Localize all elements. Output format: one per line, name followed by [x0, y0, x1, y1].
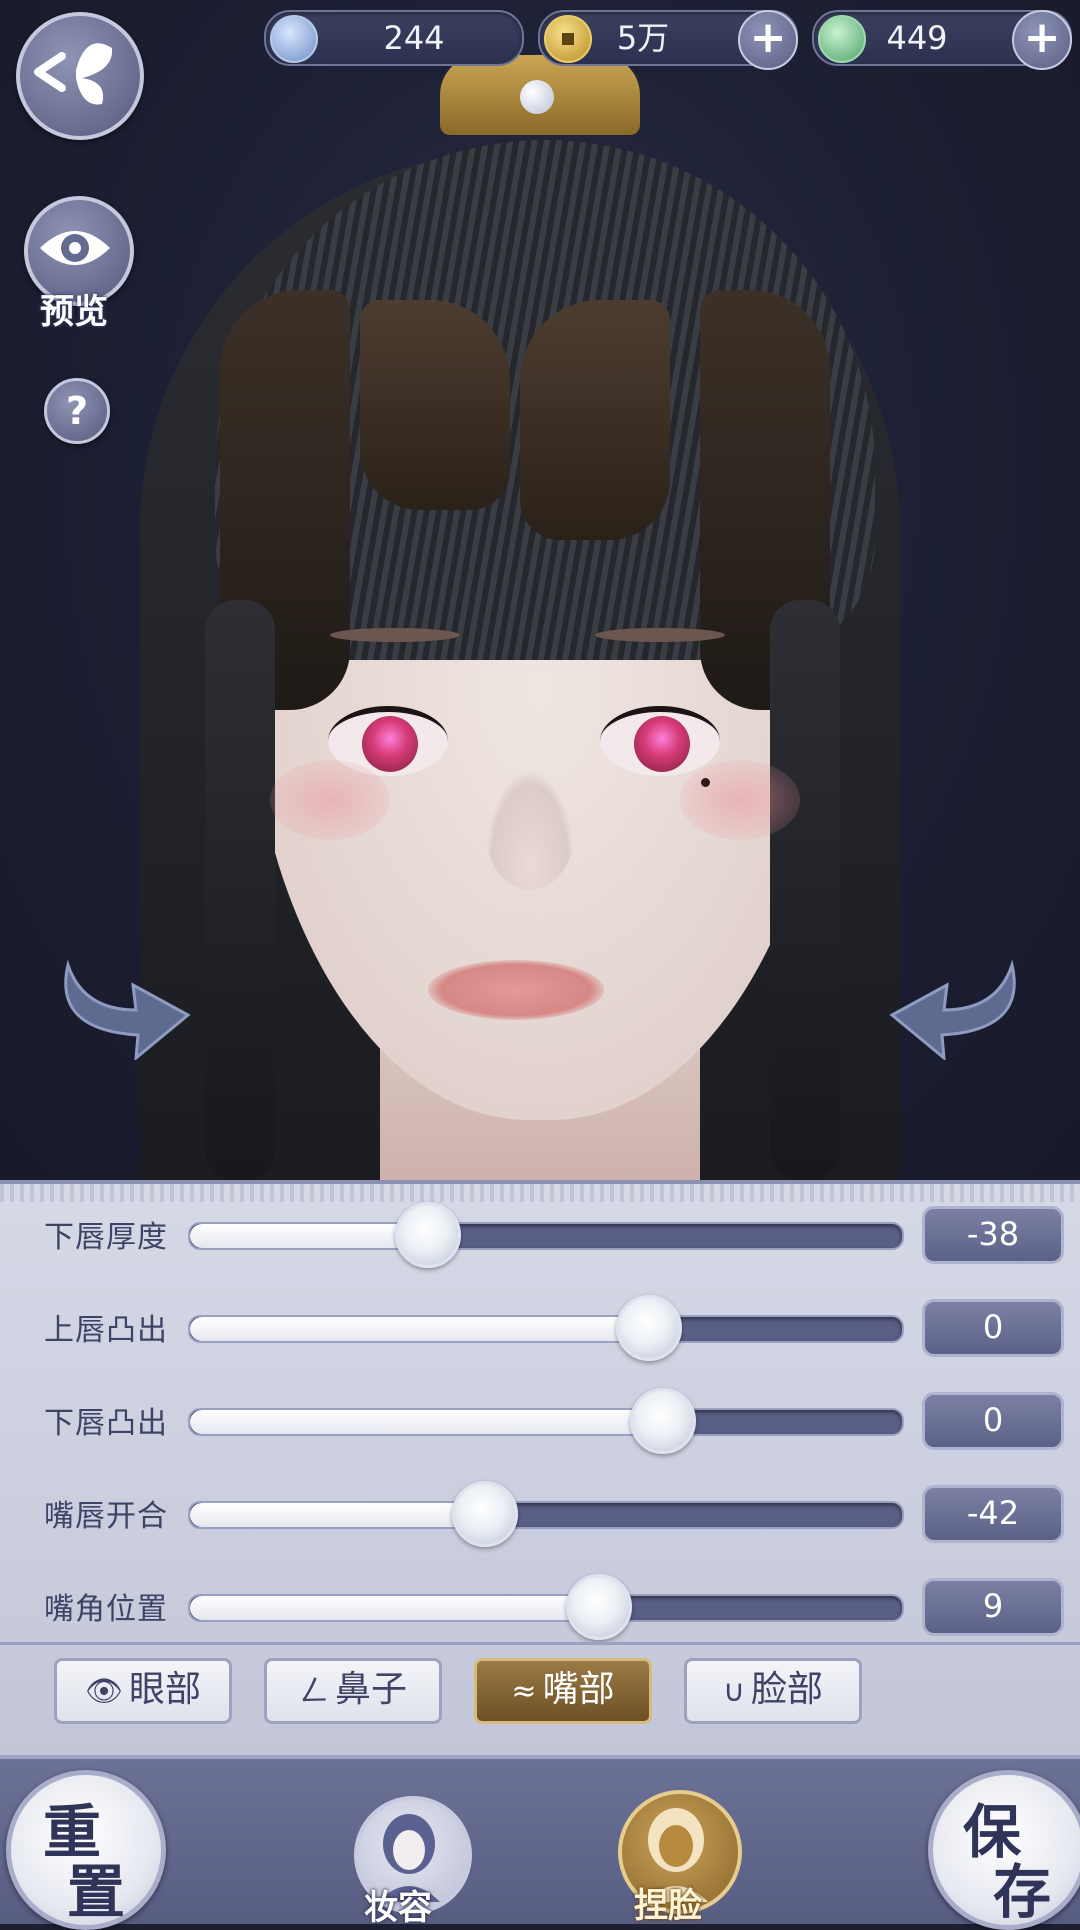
hair-strand-right [770, 600, 840, 1180]
back-button[interactable] [16, 12, 144, 140]
slider-value-field[interactable]: -38 [922, 1206, 1064, 1264]
slider-label: 嘴角位置 [44, 1592, 168, 1627]
slider-track[interactable] [188, 1295, 904, 1361]
slider-handle[interactable] [565, 1574, 632, 1640]
butterfly-back-icon [34, 43, 113, 105]
slider-label: 嘴唇开合 [44, 1499, 168, 1534]
slider-handle[interactable] [451, 1481, 518, 1547]
slider-fill [190, 1317, 646, 1341]
tab-face-label: 脸部 [750, 1669, 823, 1710]
currency-spirit-value: 449 [886, 19, 948, 57]
tab-eyes[interactable]: 👁 眼部 [54, 1658, 232, 1724]
tab-nose-label: 鼻子 [334, 1669, 407, 1710]
bang-center-left [360, 300, 510, 510]
eye-icon [40, 231, 110, 265]
reset-label-bottom: 置 [67, 1858, 126, 1926]
brow-right [595, 628, 725, 642]
hair-pearl [520, 80, 554, 114]
slider-row: 下唇凸出 0 [0, 1388, 1080, 1454]
preview-label: 预览 [40, 292, 108, 332]
brow-left [330, 628, 460, 642]
tab-mouth-label: 嘴部 [542, 1669, 615, 1710]
character-preview-scene[interactable] [0, 0, 1080, 1180]
slider-fill [190, 1596, 596, 1620]
slider-label: 上唇凸出 [44, 1313, 168, 1348]
nose-icon: ㄥ [298, 1674, 329, 1709]
face-icon: ∪ [723, 1674, 745, 1709]
slider-track[interactable] [188, 1202, 904, 1268]
slider-row: 嘴角位置 9 [0, 1574, 1080, 1640]
tab-nose[interactable]: ㄥ鼻子 [264, 1658, 442, 1724]
slider-row: 上唇凸出 0 [0, 1295, 1080, 1361]
eye-right [600, 706, 720, 776]
slider-label: 下唇凸出 [44, 1406, 168, 1441]
slider-track[interactable] [188, 1574, 904, 1640]
slider-handle[interactable] [629, 1388, 696, 1454]
tab-face[interactable]: ∪ 脸部 [684, 1658, 862, 1724]
tab-mouth[interactable]: ≈ 嘴部 [474, 1658, 652, 1724]
slider-row: 下唇厚度 -38 [0, 1202, 1080, 1268]
slider-handle[interactable] [394, 1202, 461, 1268]
reset-button[interactable]: 重 置 [6, 1770, 166, 1930]
hair-strand-left [205, 600, 275, 1180]
slider-row: 嘴唇开合 -42 [0, 1481, 1080, 1547]
slider-value-field[interactable]: 0 [922, 1299, 1064, 1357]
slider-value-field[interactable]: 0 [922, 1392, 1064, 1450]
slider-value-field[interactable]: -42 [922, 1485, 1064, 1543]
slider-fill [190, 1503, 482, 1527]
rotate-left-icon[interactable] [48, 940, 198, 1060]
currency-jade-value: 244 [383, 19, 445, 57]
slider-fill [190, 1410, 660, 1434]
tab-eyes-label: 眼部 [129, 1669, 202, 1710]
slider-value-field[interactable]: 9 [922, 1578, 1064, 1636]
cheek-left [270, 760, 390, 840]
rotate-right-icon[interactable] [882, 940, 1032, 1060]
help-button[interactable]: ? [44, 378, 110, 444]
add-spirit-button[interactable]: + [1012, 10, 1072, 70]
slider-track[interactable] [188, 1481, 904, 1547]
slider-fill [190, 1224, 425, 1248]
currency-jade: 244 [264, 10, 524, 66]
slider-label: 下唇厚度 [44, 1220, 168, 1255]
makeup-label: 妆容 [364, 1888, 432, 1928]
slider-handle[interactable] [615, 1295, 682, 1361]
character-nose [485, 770, 575, 890]
currency-spirit: 449 + [812, 10, 1072, 70]
currency-copper: 5万 + [538, 10, 798, 70]
save-label-bottom: 存 [993, 1858, 1052, 1926]
bang-center-right [520, 300, 670, 540]
save-button[interactable]: 保 存 [928, 1770, 1080, 1930]
slider-track[interactable] [188, 1388, 904, 1454]
panel-divider [0, 1642, 1080, 1645]
eye-icon: 👁 [84, 1674, 124, 1709]
mouth-icon: ≈ [511, 1674, 537, 1709]
currency-copper-value: 5万 [616, 19, 670, 57]
help-icon: ? [65, 389, 89, 433]
cheek-right [680, 760, 800, 840]
character-lips [428, 960, 604, 1020]
add-copper-button[interactable]: + [738, 10, 798, 70]
beauty-mark [701, 778, 710, 787]
